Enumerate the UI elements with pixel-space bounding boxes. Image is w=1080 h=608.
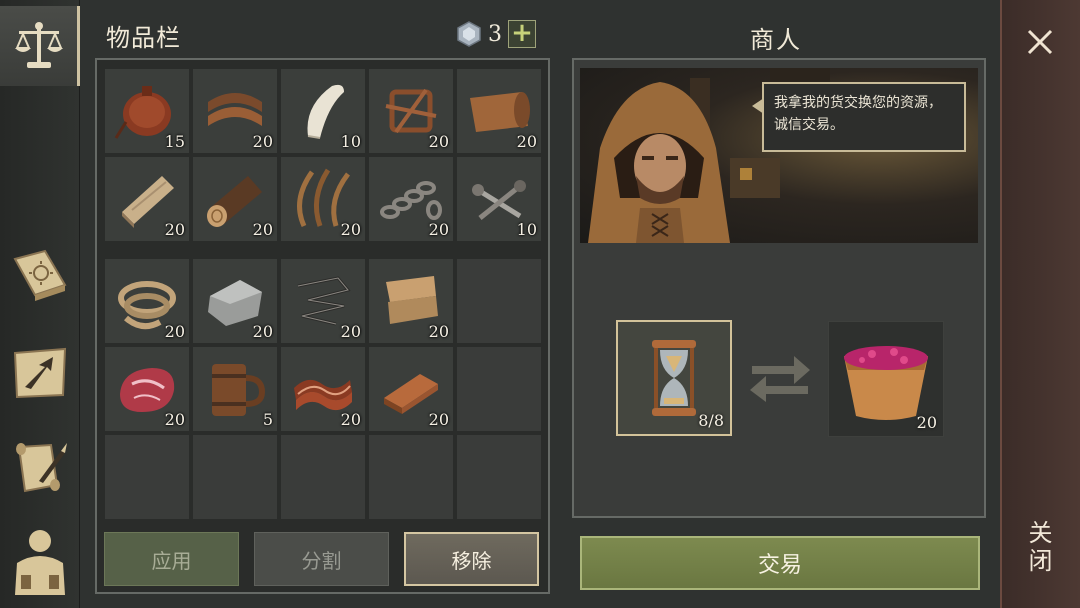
apply-button[interactable]: 应用 bbox=[104, 532, 239, 586]
inventory-slot[interactable]: 20 bbox=[368, 258, 454, 344]
slot-quantity: 20 bbox=[252, 322, 273, 341]
map-arrow-icon bbox=[13, 347, 67, 399]
slot-quantity: 20 bbox=[516, 132, 537, 151]
inventory-slot-empty[interactable] bbox=[456, 434, 542, 520]
inventory-slot[interactable]: 20 bbox=[104, 258, 190, 344]
inventory-title: 物品栏 bbox=[106, 24, 181, 52]
inventory-slot-empty[interactable] bbox=[368, 434, 454, 520]
inventory-slot[interactable]: 20 bbox=[280, 346, 366, 432]
tab-character[interactable] bbox=[0, 520, 80, 600]
slot-quantity: 20 bbox=[340, 220, 361, 239]
inventory-slot-empty[interactable] bbox=[456, 346, 542, 432]
merchant-title: 商人 bbox=[750, 26, 802, 54]
inventory-slot[interactable]: 20 bbox=[192, 156, 278, 242]
slot-quantity: 20 bbox=[428, 322, 449, 341]
slot-quantity: 15 bbox=[164, 132, 185, 151]
inventory-slot[interactable]: 20 bbox=[368, 68, 454, 154]
trade-cost-slot[interactable]: 8/8 bbox=[616, 320, 732, 436]
merchant-speech-bubble: 我拿我的货交换您的资源，诚信交易。 bbox=[752, 82, 966, 152]
slot-quantity: 20 bbox=[340, 322, 361, 341]
inventory-slot[interactable]: 20 bbox=[368, 346, 454, 432]
inventory-slot[interactable]: 10 bbox=[280, 68, 366, 154]
slot-quantity: 20 bbox=[428, 220, 449, 239]
slot-quantity: 10 bbox=[516, 220, 537, 239]
inventory-slot-empty[interactable] bbox=[456, 258, 542, 344]
slot-quantity: 20 bbox=[164, 410, 185, 429]
quest-scroll-icon bbox=[16, 443, 67, 493]
inventory-slot[interactable]: 20 bbox=[104, 156, 190, 242]
slot-quantity: 20 bbox=[164, 322, 185, 341]
trade-reward-slot[interactable]: 20 bbox=[828, 321, 944, 437]
inventory-slot[interactable]: 20 bbox=[280, 156, 366, 242]
inventory-slot[interactable]: 20 bbox=[192, 258, 278, 344]
tab-recipes[interactable] bbox=[0, 236, 80, 316]
inventory-slot-empty[interactable] bbox=[280, 434, 366, 520]
inventory-slot[interactable]: 20 bbox=[104, 346, 190, 432]
slot-quantity: 5 bbox=[262, 410, 273, 429]
inventory-slot[interactable]: 20 bbox=[280, 258, 366, 344]
inventory-slot[interactable]: 20 bbox=[456, 68, 542, 154]
slot-quantity: 20 bbox=[428, 410, 449, 429]
berry-bowl-icon bbox=[844, 346, 928, 420]
inventory-slot[interactable]: 10 bbox=[456, 156, 542, 242]
exchange-arrows-icon bbox=[750, 356, 810, 402]
scales-icon bbox=[14, 22, 63, 68]
inventory-grid-secondary: 20 20 20 20 20 5 20 20 bbox=[104, 258, 542, 520]
trade-reward-qty: 20 bbox=[916, 413, 937, 432]
inventory-slot[interactable]: 20 bbox=[192, 68, 278, 154]
slot-quantity: 20 bbox=[428, 132, 449, 151]
tab-quests[interactable] bbox=[0, 428, 80, 508]
wooden-mug-icon bbox=[212, 364, 266, 416]
slot-quantity: 20 bbox=[252, 132, 273, 151]
slot-quantity: 20 bbox=[340, 410, 361, 429]
gem-icon bbox=[457, 21, 481, 47]
trade-button[interactable]: 交易 bbox=[580, 536, 980, 590]
gem-count-value: 3 bbox=[488, 21, 502, 47]
gem-counter: 3 + bbox=[456, 19, 536, 49]
tab-map[interactable] bbox=[0, 332, 80, 412]
slot-quantity: 10 bbox=[340, 132, 361, 151]
hourglass-icon bbox=[652, 340, 696, 416]
inventory-slot-empty[interactable] bbox=[192, 434, 278, 520]
inventory-slot-empty[interactable] bbox=[104, 434, 190, 520]
inventory-slot[interactable]: 20 bbox=[368, 156, 454, 242]
recipe-book-icon bbox=[13, 249, 67, 301]
inventory-grid-primary: 15 20 10 20 20 20 20 20 20 10 bbox=[104, 68, 542, 242]
close-icon[interactable] bbox=[1020, 22, 1060, 62]
close-label[interactable]: 关闭 bbox=[1024, 520, 1056, 576]
slot-quantity: 20 bbox=[164, 220, 185, 239]
inventory-slot[interactable]: 15 bbox=[104, 68, 190, 154]
inventory-slot[interactable]: 5 bbox=[192, 346, 278, 432]
slot-quantity: 20 bbox=[252, 220, 273, 239]
split-button[interactable]: 分割 bbox=[254, 532, 389, 586]
close-bar[interactable] bbox=[1000, 0, 1080, 608]
add-gems-button[interactable]: + bbox=[508, 20, 536, 48]
tab-trade[interactable] bbox=[0, 6, 80, 86]
character-icon bbox=[15, 530, 65, 595]
trade-cost-qty: 8/8 bbox=[698, 411, 724, 430]
remove-button[interactable]: 移除 bbox=[404, 532, 539, 586]
